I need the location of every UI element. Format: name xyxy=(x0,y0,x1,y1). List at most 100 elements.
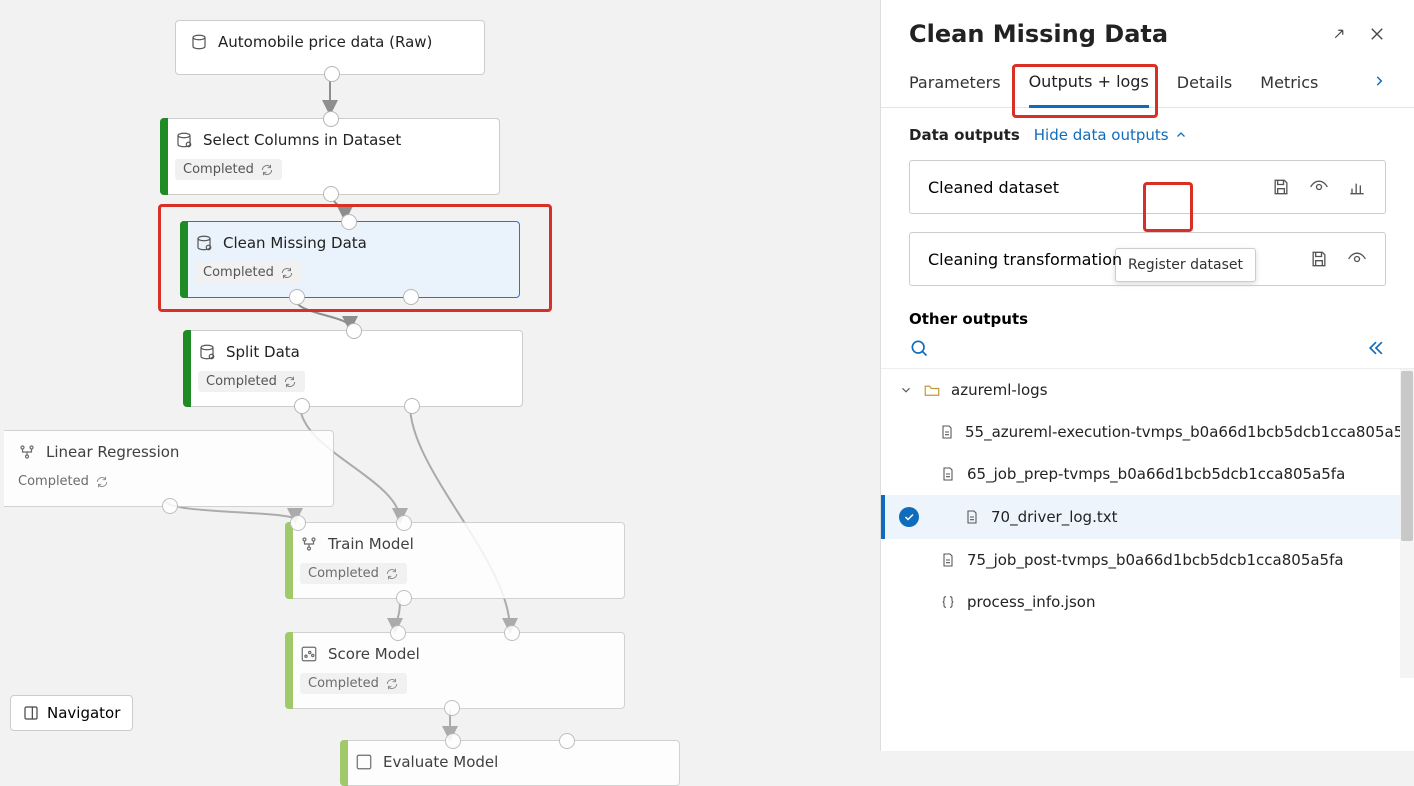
file-icon xyxy=(939,424,955,440)
algo-icon xyxy=(18,443,36,461)
output-cleaned-dataset: Cleaned dataset xyxy=(909,160,1386,214)
chevron-down-icon xyxy=(899,383,913,397)
navigator-label: Navigator xyxy=(47,704,120,722)
clean-icon xyxy=(195,234,213,252)
node-title-text: Train Model xyxy=(328,535,414,553)
node-title-text: Score Model xyxy=(328,645,420,663)
node-title-text: Evaluate Model xyxy=(383,753,498,771)
node-select-columns[interactable]: Select Columns in Dataset Completed xyxy=(160,118,500,195)
output-port-1[interactable] xyxy=(294,398,310,414)
file-icon xyxy=(964,509,980,525)
folder-icon xyxy=(923,381,941,399)
refresh-icon xyxy=(280,266,294,280)
node-split-data[interactable]: Split Data Completed xyxy=(183,330,523,407)
details-panel: Clean Missing Data Parameters Outputs + … xyxy=(880,0,1414,751)
folder-name: azureml-logs xyxy=(951,381,1048,399)
save-icon[interactable] xyxy=(1309,249,1329,269)
split-icon xyxy=(198,343,216,361)
chevron-right-icon xyxy=(1372,74,1386,88)
tabs: Parameters Outputs + logs Details Metric… xyxy=(881,58,1414,108)
tab-outputs-logs[interactable]: Outputs + logs xyxy=(1029,58,1149,108)
file-name: process_info.json xyxy=(967,593,1095,611)
save-icon[interactable] xyxy=(1271,177,1291,197)
output-port[interactable] xyxy=(444,700,460,716)
score-icon xyxy=(300,645,318,663)
preview-icon[interactable] xyxy=(1347,249,1367,269)
tab-metrics[interactable]: Metrics xyxy=(1260,59,1318,106)
output-port[interactable] xyxy=(324,66,340,82)
scrollbar-thumb[interactable] xyxy=(1401,371,1413,541)
node-title-text: Automobile price data (Raw) xyxy=(218,33,432,51)
node-title-text: Linear Regression xyxy=(46,443,179,461)
status-text: Completed xyxy=(18,474,89,489)
refresh-icon xyxy=(95,475,109,489)
input-port-2[interactable] xyxy=(396,515,412,531)
input-port[interactable] xyxy=(346,323,362,339)
input-port-1[interactable] xyxy=(290,515,306,531)
output-port[interactable] xyxy=(396,590,412,606)
panel-title: Clean Missing Data xyxy=(909,20,1168,48)
pipeline-canvas[interactable]: Automobile price data (Raw) Select Colum… xyxy=(0,0,880,751)
tree-file[interactable]: 65_job_prep-tvmps_b0a66d1bcb5dcb1cca805a… xyxy=(881,453,1414,495)
columns-icon xyxy=(175,131,193,149)
tree-file-selected[interactable]: 70_driver_log.txt xyxy=(881,495,1414,539)
output-port[interactable] xyxy=(323,186,339,202)
database-icon xyxy=(190,33,208,51)
node-clean-missing-data[interactable]: Clean Missing Data Completed xyxy=(180,221,520,298)
node-raw-data[interactable]: Automobile price data (Raw) xyxy=(175,20,485,75)
tree-file[interactable]: 75_job_post-tvmps_b0a66d1bcb5dcb1cca805a… xyxy=(881,539,1414,581)
file-name: 65_job_prep-tvmps_b0a66d1bcb5dcb1cca805a… xyxy=(967,465,1345,483)
input-port[interactable] xyxy=(323,111,339,127)
search-icon[interactable] xyxy=(909,338,929,358)
output-port-2[interactable] xyxy=(404,398,420,414)
input-port[interactable] xyxy=(341,214,357,230)
tabs-scroll-right[interactable] xyxy=(1372,73,1386,92)
input-port-2[interactable] xyxy=(504,625,520,641)
node-title-text: Select Columns in Dataset xyxy=(203,131,401,149)
refresh-icon xyxy=(283,375,297,389)
close-icon[interactable] xyxy=(1368,25,1386,43)
evaluate-icon xyxy=(355,753,373,771)
scrollbar[interactable] xyxy=(1400,369,1414,678)
node-title-text: Split Data xyxy=(226,343,300,361)
status-text: Completed xyxy=(308,566,379,581)
tab-details[interactable]: Details xyxy=(1177,59,1232,106)
file-name: 75_job_post-tvmps_b0a66d1bcb5dcb1cca805a… xyxy=(967,551,1344,569)
file-name: 70_driver_log.txt xyxy=(991,508,1118,526)
output-name: Cleaning transformation xyxy=(928,250,1122,269)
node-score-model[interactable]: Score Model Completed xyxy=(285,632,625,709)
tab-parameters[interactable]: Parameters xyxy=(909,59,1001,106)
file-name: 55_azureml-execution-tvmps_b0a66d1bcb5dc… xyxy=(965,423,1414,441)
braces-icon xyxy=(940,594,956,610)
refresh-icon xyxy=(260,163,274,177)
output-port[interactable] xyxy=(162,498,178,514)
node-linear-regression[interactable]: Linear Regression Completed xyxy=(4,430,334,507)
output-port-2[interactable] xyxy=(403,289,419,305)
status-text: Completed xyxy=(308,676,379,691)
input-port-2[interactable] xyxy=(559,733,575,749)
visualize-icon[interactable] xyxy=(1347,177,1367,197)
file-tree: azureml-logs 55_azureml-execution-tvmps_… xyxy=(881,368,1414,678)
data-outputs-label: Data outputs xyxy=(909,126,1020,144)
node-evaluate-model[interactable]: Evaluate Model xyxy=(340,740,680,786)
node-title-text: Clean Missing Data xyxy=(223,234,367,252)
file-icon xyxy=(940,466,956,482)
hide-data-outputs-link[interactable]: Hide data outputs xyxy=(1034,126,1187,144)
other-outputs-label: Other outputs xyxy=(881,286,1414,334)
tree-folder-azureml-logs[interactable]: azureml-logs xyxy=(881,369,1414,411)
expand-icon[interactable] xyxy=(1330,25,1348,43)
navigator-button[interactable]: Navigator xyxy=(10,695,133,731)
refresh-icon xyxy=(385,567,399,581)
preview-icon[interactable] xyxy=(1309,177,1329,197)
refresh-icon xyxy=(385,677,399,691)
node-train-model[interactable]: Train Model Completed xyxy=(285,522,625,599)
input-port-1[interactable] xyxy=(445,733,461,749)
status-text: Completed xyxy=(183,162,254,177)
collapse-icon[interactable] xyxy=(1366,338,1386,358)
status-text: Completed xyxy=(206,374,277,389)
output-port-1[interactable] xyxy=(289,289,305,305)
input-port-1[interactable] xyxy=(390,625,406,641)
output-cleaning-transformation: Cleaning transformation xyxy=(909,232,1386,286)
tree-file[interactable]: process_info.json xyxy=(881,581,1414,623)
tree-file[interactable]: 55_azureml-execution-tvmps_b0a66d1bcb5dc… xyxy=(881,411,1414,453)
